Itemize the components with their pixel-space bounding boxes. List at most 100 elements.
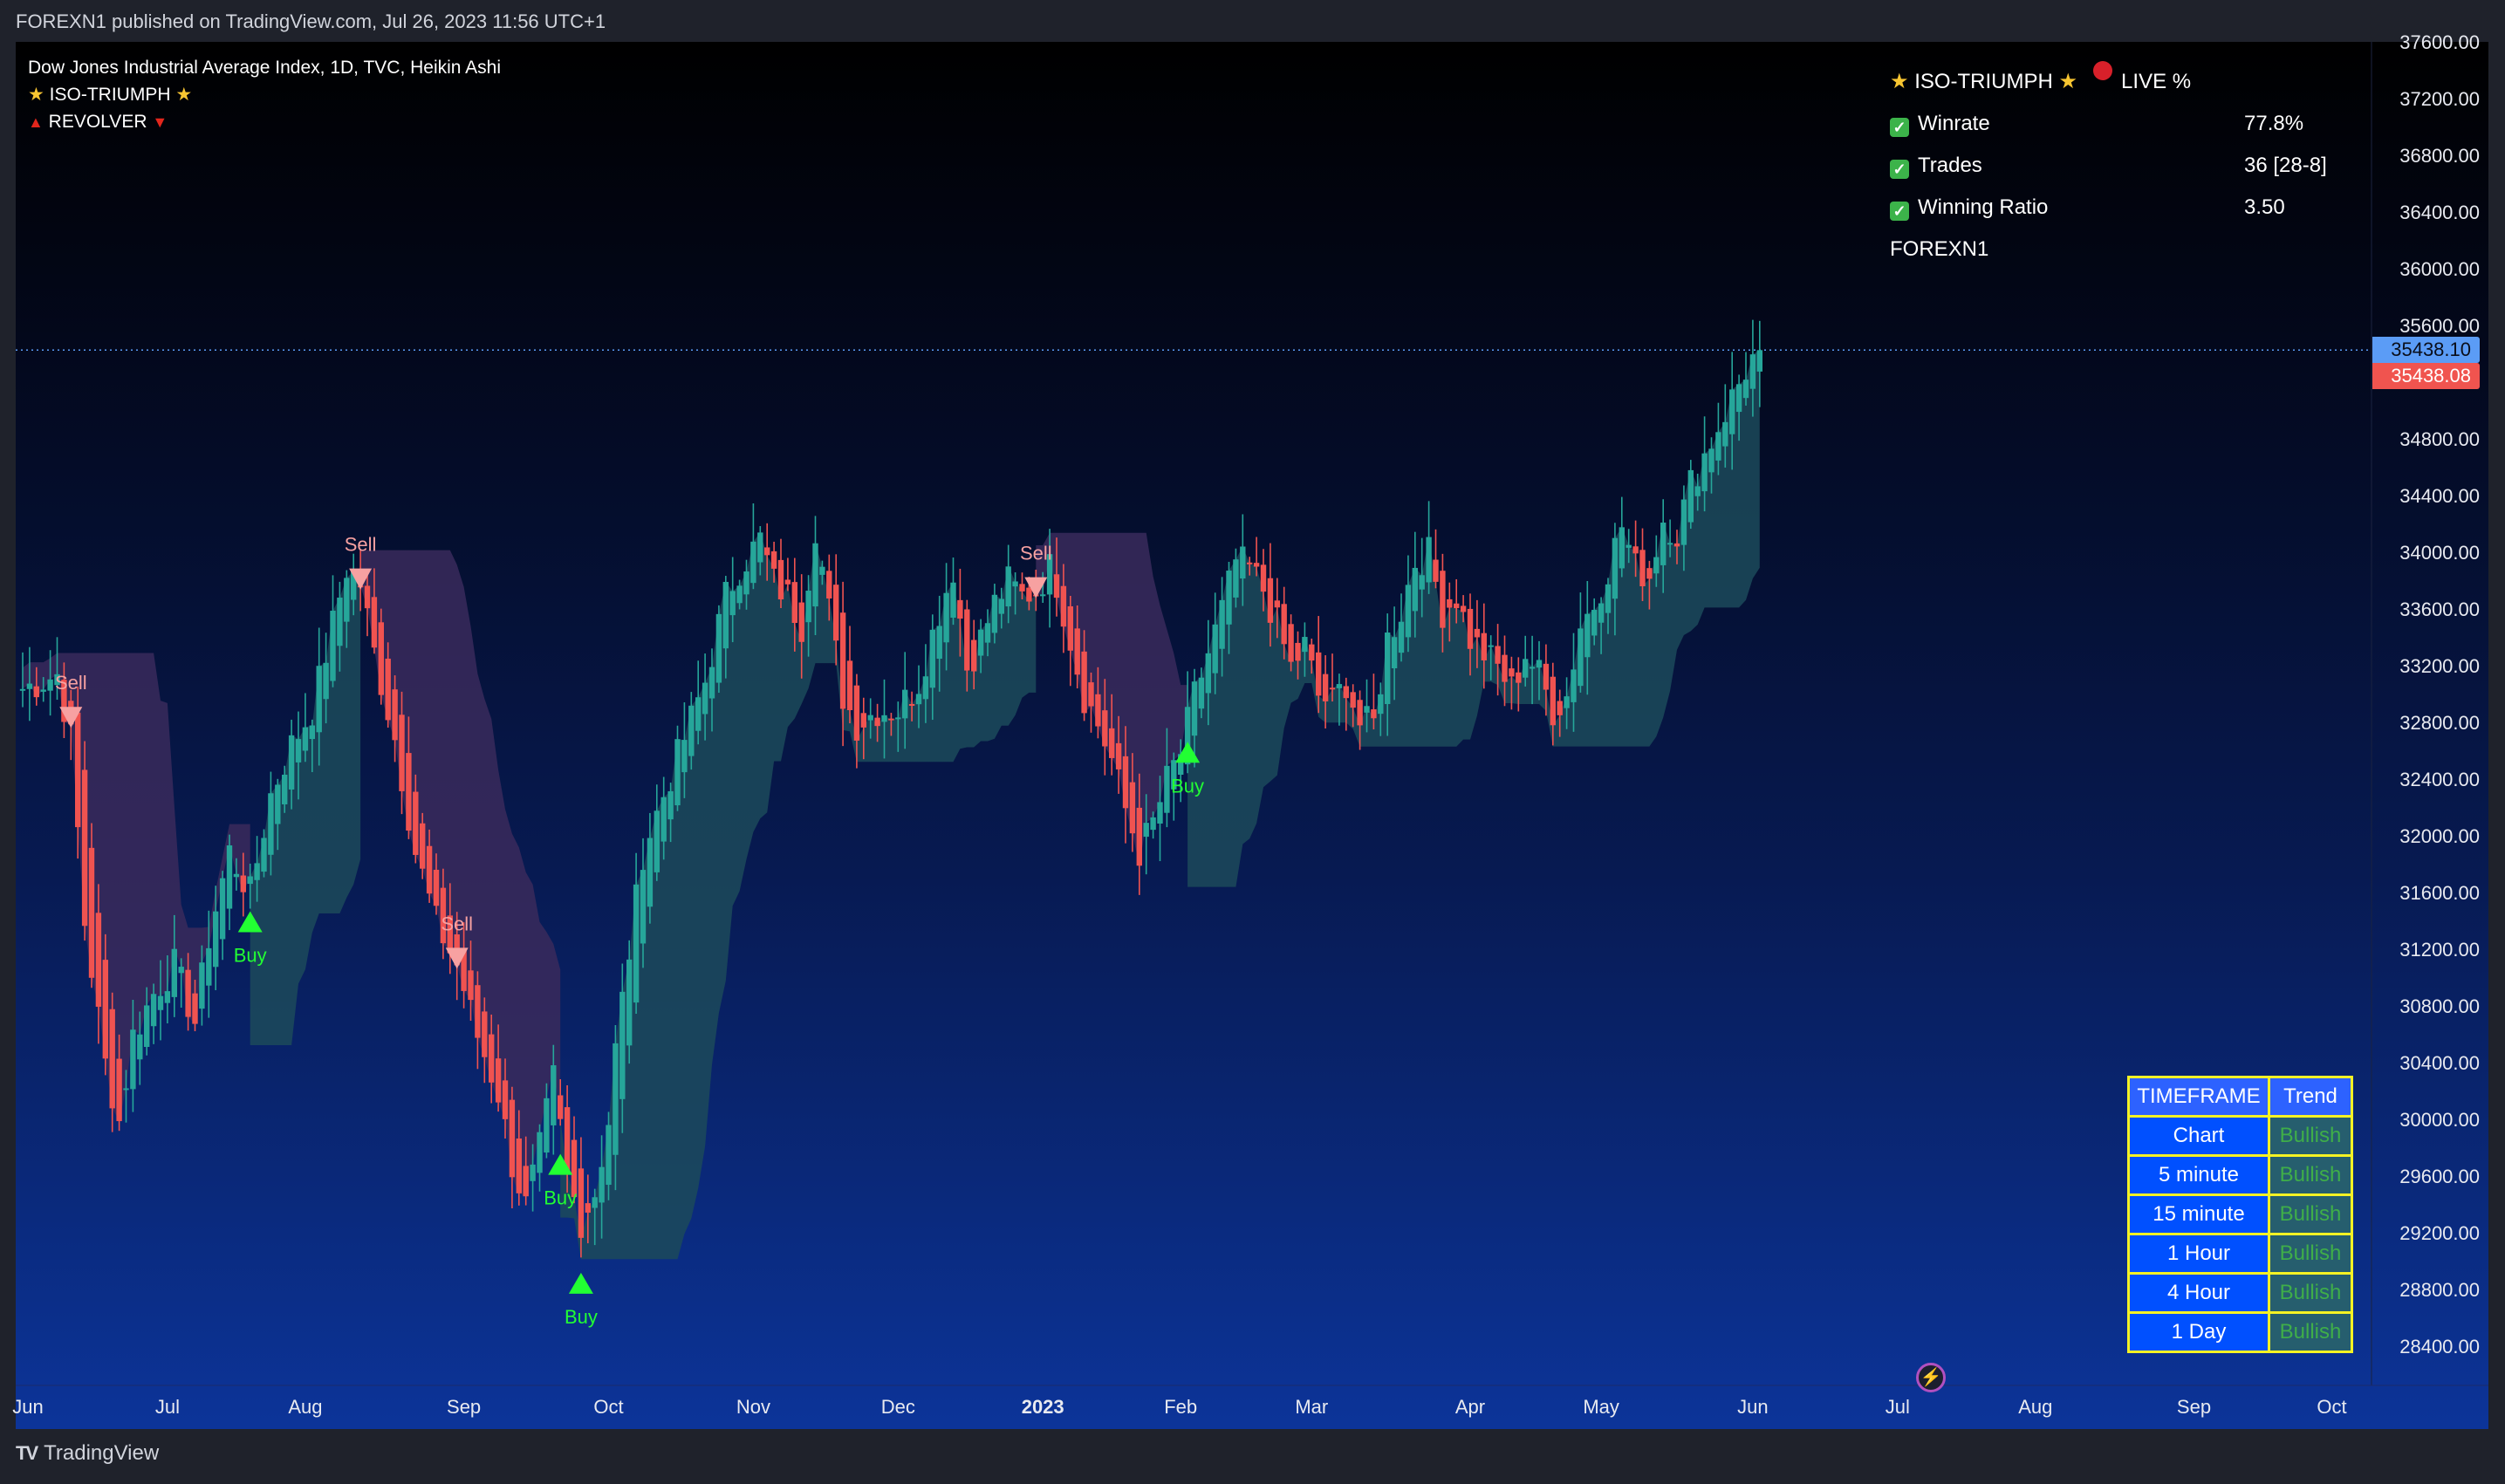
- candle-body: [1129, 782, 1136, 834]
- time-axis[interactable]: Jun Jul Aug Sep Oct Nov Dec 2023 Feb Mar Apr May Jun…: [12, 1385, 2372, 1429]
- candle-body: [1529, 667, 1536, 669]
- candle-body: [1157, 802, 1163, 824]
- candle-body: [371, 597, 378, 648]
- candle-body: [784, 579, 791, 585]
- candle-body: [1405, 585, 1412, 638]
- candle-body: [1302, 637, 1308, 653]
- candle-body: [130, 1029, 136, 1090]
- candle-body: [1012, 581, 1018, 587]
- indicator-iso-triumph[interactable]: ★ ISO-TRIUMPH ★: [28, 81, 501, 108]
- candle-body: [881, 715, 887, 722]
- candle-body: [1357, 700, 1363, 726]
- candle-body: [833, 585, 839, 641]
- candle-body: [1295, 642, 1301, 661]
- candle-body: [729, 591, 736, 616]
- candle-body: [743, 571, 749, 595]
- price-axis[interactable]: 37600.00 37200.00 36800.00 36400.00 36000.00…: [2372, 31, 2488, 1385]
- candle-body: [654, 810, 660, 872]
- candle-body: [984, 623, 991, 643]
- candle-body: [1164, 765, 1170, 813]
- check-icon: ✓: [1890, 202, 1909, 221]
- candle-body: [282, 774, 288, 804]
- candle-body: [922, 676, 929, 700]
- bearish-cloud: [360, 550, 561, 1197]
- candle-body: [337, 597, 343, 646]
- candle-body: [206, 947, 212, 986]
- candle-body: [1660, 523, 1667, 565]
- candle-body: [47, 679, 53, 691]
- candle-body: [1074, 628, 1080, 675]
- candle: [1433, 529, 1439, 589]
- candle-body: [791, 582, 797, 623]
- candle-body: [1488, 645, 1494, 647]
- bullish-cloud: [1187, 350, 1760, 887]
- time-tick-label: Jun: [12, 1396, 44, 1418]
- price-tick-label: 36000.00: [2399, 258, 2480, 280]
- bullish-cloud: [250, 571, 361, 1045]
- candle-body: [1067, 605, 1073, 651]
- candle-body: [364, 585, 371, 609]
- candle-body: [275, 784, 281, 824]
- candle-body: [378, 622, 384, 695]
- candle-body: [826, 571, 832, 599]
- candle-body: [1274, 600, 1280, 608]
- sell-label: Sell: [1020, 543, 1052, 564]
- candle: [1687, 460, 1694, 530]
- candle: [674, 725, 681, 811]
- candle-body: [1115, 742, 1122, 769]
- indicator-revolver[interactable]: ▲ REVOLVER ▼: [28, 108, 501, 136]
- time-tick-label: 2023: [1021, 1396, 1064, 1418]
- candle-body: [874, 717, 880, 727]
- timeframe-cell: 1 Hour: [2127, 1233, 2270, 1275]
- candle-body: [1109, 728, 1115, 758]
- candle-body: [19, 688, 26, 691]
- candle-body: [1667, 543, 1673, 545]
- timeframe-cell: 1 Day: [2127, 1311, 2270, 1353]
- candle-body: [1205, 653, 1211, 694]
- candle-body: [592, 1197, 598, 1208]
- candle-body: [695, 697, 702, 731]
- chart-frame[interactable]: Sell Buy Sell Sell Buy Buy Sell Buy Dow Jones I…: [12, 31, 2488, 1429]
- time-tick-label: Sep: [2176, 1396, 2212, 1418]
- candle-body: [385, 658, 391, 721]
- candle-body: [895, 717, 901, 720]
- time-tick-label: Sep: [447, 1396, 482, 1418]
- candle: [654, 784, 660, 881]
- candle-body: [433, 869, 440, 906]
- candle-body: [1364, 706, 1370, 713]
- candle: [846, 626, 853, 724]
- price-tick-label: 37600.00: [2399, 31, 2480, 53]
- timeframe-cell: 15 minute: [2127, 1193, 2270, 1235]
- price-tick-label: 36400.00: [2399, 202, 2480, 223]
- candle-body: [1550, 676, 1556, 726]
- candle-body: [392, 689, 398, 741]
- candle-body: [323, 662, 329, 700]
- candle-body: [1687, 469, 1694, 523]
- candle-body: [1329, 687, 1336, 690]
- candle-body: [936, 626, 942, 660]
- symbol-title[interactable]: Dow Jones Industrial Average Index, 1D, …: [28, 54, 501, 81]
- stat-value: 36 [28-8]: [2244, 154, 2327, 177]
- candle-body: [1240, 546, 1246, 579]
- candle-body: [1316, 652, 1322, 696]
- candle: [81, 741, 88, 941]
- price-tick-label: 35600.00: [2399, 315, 2480, 337]
- indicator-revolver-label: REVOLVER: [48, 112, 147, 132]
- candle: [777, 538, 784, 609]
- candle-body: [489, 1034, 495, 1083]
- candle-body: [81, 769, 88, 927]
- candle-body: [1516, 672, 1522, 683]
- candle-body: [647, 838, 654, 907]
- lightning-icon[interactable]: ⚡: [1916, 1363, 1946, 1392]
- stat-label: Winrate: [1918, 112, 1990, 135]
- candle-body: [1715, 432, 1721, 461]
- price-tick-label: 32800.00: [2399, 712, 2480, 734]
- candle-body: [88, 847, 95, 978]
- candle-body: [757, 532, 763, 563]
- candle-body: [1136, 807, 1142, 866]
- price-tick-label: 31200.00: [2399, 939, 2480, 961]
- candle-body: [164, 991, 171, 1003]
- candle-body: [178, 967, 184, 974]
- candle-body: [812, 543, 818, 607]
- candle-body: [482, 1011, 488, 1057]
